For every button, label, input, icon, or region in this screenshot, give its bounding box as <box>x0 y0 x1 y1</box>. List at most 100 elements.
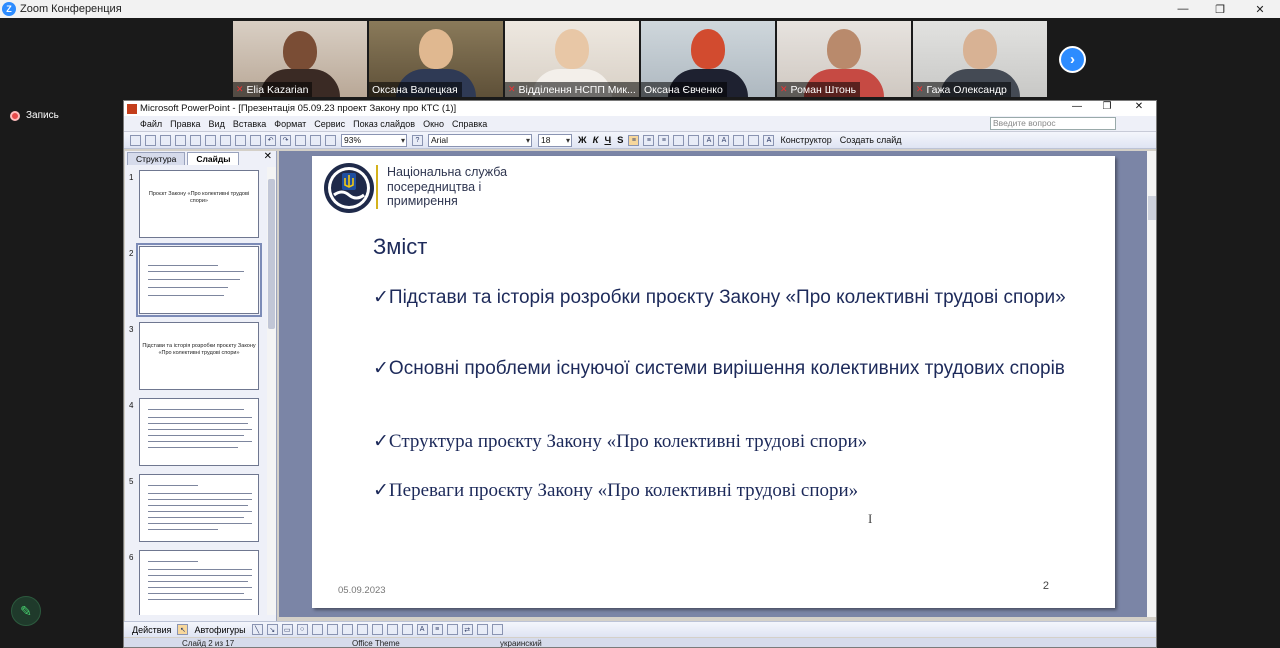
wordart-icon[interactable] <box>326 624 338 635</box>
next-page-arrow-icon[interactable]: › <box>1059 46 1086 73</box>
redo-icon[interactable]: ↷ <box>280 134 291 146</box>
oval-icon[interactable]: ○ <box>296 624 308 635</box>
arrow-style-icon[interactable]: ⇄ <box>461 624 473 635</box>
menu-insert[interactable]: Вставка <box>233 119 266 129</box>
drawing-toolbar: Действия ↖ Автофигуры ╲ ↘ ▭ ○ A ≡ ⇄ <box>124 621 1156 637</box>
recording-indicator[interactable]: Запись <box>10 110 59 121</box>
slide-thumbnail[interactable]: Проєкт Закону «Про колективні трудові сп… <box>139 170 259 238</box>
new-file-icon[interactable] <box>130 134 141 146</box>
actions-menu[interactable]: Действия <box>132 625 171 635</box>
participant-tile[interactable]: ✕ Elia Kazarian <box>233 21 367 97</box>
grid-icon[interactable] <box>325 134 336 146</box>
slide-scrollbar[interactable] <box>1147 151 1156 617</box>
spelling-icon[interactable] <box>205 134 216 146</box>
menu-view[interactable]: Вид <box>209 119 225 129</box>
menu-format[interactable]: Формат <box>274 119 306 129</box>
zoom-window-title: Zoom Конференция <box>20 3 122 15</box>
arrow-icon[interactable]: ↘ <box>266 624 278 635</box>
preview-icon[interactable] <box>190 134 201 146</box>
slide-thumbnail[interactable] <box>139 398 259 466</box>
line-icon[interactable]: ╲ <box>251 624 263 635</box>
line-color-icon[interactable] <box>401 624 413 635</box>
slide-number: 2 <box>1042 580 1049 592</box>
powerpoint-window: Microsoft PowerPoint - [Презентація 05.0… <box>123 100 1157 648</box>
panel-close-icon[interactable]: ✕ <box>264 151 272 162</box>
table-icon[interactable] <box>310 134 321 146</box>
font-color-draw-icon[interactable]: A <box>416 624 428 635</box>
select-arrow-icon[interactable]: ↖ <box>177 624 189 635</box>
numbering-icon[interactable] <box>673 134 685 146</box>
slide-thumbnail-selected[interactable] <box>136 243 262 317</box>
shadow-style-icon[interactable] <box>476 624 488 635</box>
close-icon[interactable]: ✕ <box>1240 0 1280 18</box>
menu-slideshow[interactable]: Показ слайдов <box>353 119 415 129</box>
align-center-icon[interactable]: ≡ <box>643 134 655 146</box>
mic-off-icon: ✕ <box>508 84 516 94</box>
participant-tile[interactable]: Оксана Валецкая <box>369 21 503 97</box>
align-left-icon[interactable]: ≡ <box>628 134 640 146</box>
fill-color-icon[interactable] <box>386 624 398 635</box>
participant-name: ✕ Роман Штонь <box>777 82 861 97</box>
designer-button[interactable]: Конструктор <box>780 135 831 145</box>
print-icon[interactable] <box>175 134 186 146</box>
slide-thumbnail[interactable] <box>139 474 259 542</box>
paste-icon[interactable] <box>250 134 261 146</box>
decrease-font-icon[interactable]: A <box>718 134 730 146</box>
textbox-icon[interactable] <box>311 624 323 635</box>
participant-tile-active-speaker[interactable]: Оксана Євченко <box>641 21 775 97</box>
help-search-input[interactable]: Введите вопрос <box>990 117 1116 130</box>
bold-button[interactable]: Ж <box>578 135 587 146</box>
open-icon[interactable] <box>145 134 156 146</box>
menu-tools[interactable]: Сервис <box>314 119 345 129</box>
line-style-icon[interactable]: ≡ <box>431 624 443 635</box>
font-size-select[interactable]: 18 <box>538 133 572 147</box>
rectangle-icon[interactable]: ▭ <box>281 624 293 635</box>
picture-icon[interactable] <box>371 624 383 635</box>
current-slide[interactable]: Національна служба посередництва і прими… <box>312 156 1115 608</box>
maximize-icon[interactable]: ❐ <box>1200 0 1240 18</box>
bullets-icon[interactable] <box>688 134 700 146</box>
clipart-icon[interactable] <box>356 624 368 635</box>
3d-style-icon[interactable] <box>491 624 503 635</box>
menu-help[interactable]: Справка <box>452 119 487 129</box>
new-slide-button[interactable]: Создать слайд <box>840 135 902 145</box>
dash-style-icon[interactable] <box>446 624 458 635</box>
copy-icon[interactable] <box>235 134 246 146</box>
annotate-pen-icon[interactable]: ✎ <box>11 596 41 626</box>
align-right-icon[interactable]: ≡ <box>658 134 670 146</box>
thumb-number: 1 <box>129 173 134 182</box>
diagram-icon[interactable] <box>341 624 353 635</box>
slide-thumbnail[interactable]: Підстави та історія розробки проєкту Зак… <box>139 322 259 390</box>
participant-tile[interactable]: ✕ Відділення НСПП Мик... <box>505 21 639 97</box>
zoom-select[interactable]: 93% <box>341 133 407 147</box>
save-icon[interactable] <box>160 134 171 146</box>
menu-window[interactable]: Окно <box>423 119 444 129</box>
font-color-icon[interactable]: A <box>763 134 775 146</box>
ppt-minimize-icon[interactable]: — <box>1062 101 1092 112</box>
indent-icon[interactable] <box>733 134 745 146</box>
cut-icon[interactable] <box>220 134 231 146</box>
slide-thumbnail[interactable] <box>139 550 259 615</box>
outdent-icon[interactable] <box>748 134 760 146</box>
thumbnail-scrollbar[interactable] <box>267 167 276 615</box>
ppt-restore-icon[interactable]: ❐ <box>1092 101 1122 112</box>
participant-tile[interactable]: ✕ Гажа Олександр <box>913 21 1047 97</box>
increase-font-icon[interactable]: A <box>703 134 715 146</box>
font-select[interactable]: Arial <box>428 133 532 147</box>
help-icon[interactable]: ? <box>412 134 423 146</box>
menu-file[interactable]: Файл <box>140 119 162 129</box>
menu-edit[interactable]: Правка <box>170 119 200 129</box>
tab-outline[interactable]: Структура <box>127 152 186 165</box>
ppt-close-icon[interactable]: ✕ <box>1124 101 1154 112</box>
thumb-number: 5 <box>129 477 134 486</box>
status-language: украинский <box>500 639 542 648</box>
participant-tile[interactable]: ✕ Роман Штонь <box>777 21 911 97</box>
chart-icon[interactable] <box>295 134 306 146</box>
italic-button[interactable]: К <box>593 135 599 146</box>
minimize-icon[interactable]: — <box>1163 0 1203 18</box>
underline-button[interactable]: Ч <box>604 135 611 146</box>
tab-slides[interactable]: Слайды <box>187 152 240 165</box>
autoshapes-menu[interactable]: Автофигуры <box>194 625 245 635</box>
undo-icon[interactable]: ↶ <box>265 134 276 146</box>
shadow-button[interactable]: S <box>617 135 623 146</box>
